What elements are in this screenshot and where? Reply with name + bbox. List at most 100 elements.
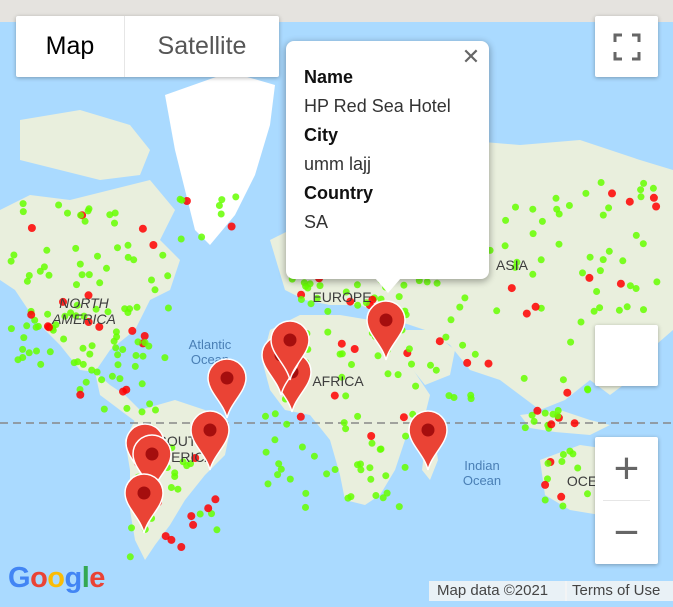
heat-dot: [264, 480, 272, 488]
terms-of-use-link[interactable]: Terms of Use: [565, 581, 673, 601]
heat-dot: [520, 374, 528, 382]
heat-dot: [96, 279, 104, 287]
info-window-content: Name HP Red Sea Hotel City umm lajj Coun…: [304, 63, 451, 237]
heat-dot: [55, 201, 63, 209]
heat-dot: [442, 333, 450, 341]
heat-dot: [100, 405, 108, 413]
heat-dot: [126, 553, 134, 561]
name-value: HP Red Sea Hotel: [304, 96, 451, 116]
heat-dot: [227, 222, 236, 231]
heat-dot: [459, 341, 467, 349]
label-north-america-1: NORTH: [59, 295, 109, 311]
heat-dot: [461, 294, 469, 302]
heat-dot: [640, 179, 648, 187]
heat-dot: [176, 195, 184, 203]
heat-dot: [529, 270, 537, 278]
heat-dot: [353, 281, 361, 289]
heat-dot: [113, 333, 121, 341]
heat-dot: [124, 241, 132, 249]
heat-dot: [85, 271, 93, 279]
heat-dot: [27, 224, 36, 232]
heat-dot: [122, 385, 131, 394]
zoom-in-button[interactable]: +: [595, 437, 658, 500]
heat-dot: [354, 412, 362, 420]
close-icon[interactable]: ✕: [459, 45, 483, 69]
heat-dot: [198, 233, 206, 241]
heat-dot: [271, 410, 279, 418]
heat-dot: [552, 194, 560, 202]
info-window: ✕ Name HP Red Sea Hotel City umm lajj Co…: [286, 41, 489, 279]
heat-dot: [161, 532, 170, 541]
heat-dot: [338, 350, 346, 358]
label-oceania: OCE: [567, 473, 597, 489]
heat-dot: [27, 310, 36, 319]
heat-dot: [76, 260, 84, 268]
heat-dot: [625, 197, 634, 206]
heat-dot: [103, 264, 110, 272]
heat-dot: [367, 432, 376, 440]
heat-dot: [7, 257, 15, 265]
heat-dot: [324, 307, 332, 315]
heat-dot: [23, 322, 31, 330]
heat-dot: [112, 344, 120, 352]
heat-dot: [354, 461, 361, 469]
heat-dot: [196, 510, 204, 518]
heat-dot: [554, 412, 562, 420]
heat-dot: [541, 409, 549, 417]
heat-dot: [146, 400, 154, 408]
heat-dot: [574, 464, 582, 472]
heat-dot: [348, 361, 355, 368]
heat-dot: [114, 351, 122, 359]
heat-dot: [623, 303, 631, 311]
heat-dot: [19, 208, 27, 216]
heat-dot: [70, 359, 78, 367]
heat-dot: [297, 296, 305, 303]
heat-dot: [114, 361, 122, 369]
heat-dot: [367, 475, 375, 483]
heat-dot: [77, 211, 85, 219]
city-label: City: [304, 125, 339, 145]
heat-dot: [537, 256, 545, 264]
heat-dot: [324, 328, 332, 336]
heat-dot: [119, 346, 127, 353]
heat-dot: [262, 412, 269, 420]
heat-dot: [271, 436, 279, 444]
heat-dot: [599, 211, 607, 219]
heat-dot: [567, 338, 575, 346]
fullscreen-icon: [613, 33, 640, 60]
heat-dot: [350, 345, 359, 353]
heat-dot: [529, 230, 537, 238]
zoom-control: + −: [595, 437, 658, 564]
heat-dot: [559, 451, 567, 458]
heat-dot: [394, 371, 402, 379]
heat-dot: [493, 307, 501, 315]
map-type-control: Map Satellite: [16, 16, 279, 77]
heat-dot: [76, 390, 85, 399]
fullscreen-button[interactable]: [595, 16, 658, 77]
heat-dot: [653, 278, 661, 286]
map-type-map-button[interactable]: Map: [16, 16, 124, 77]
heat-dot: [649, 184, 657, 192]
heat-dot: [116, 375, 124, 383]
google-logo: Google: [8, 562, 105, 594]
country-label: Country: [304, 183, 373, 203]
heat-dot: [544, 459, 552, 467]
heat-dot: [140, 332, 149, 340]
heat-dot: [379, 494, 387, 502]
heat-dot: [599, 256, 607, 264]
heat-dot: [64, 209, 71, 217]
street-view-pegman-button[interactable]: [595, 325, 658, 386]
heat-dot: [521, 424, 529, 432]
heat-dot: [395, 503, 403, 511]
heat-dot: [306, 280, 314, 288]
heat-dot: [340, 419, 348, 427]
heat-dot: [124, 309, 132, 316]
heat-dot: [286, 475, 294, 483]
heat-dot: [37, 360, 45, 368]
heat-dot: [161, 354, 169, 362]
heat-dot: [484, 359, 493, 368]
heat-dot: [283, 420, 291, 428]
zoom-out-button[interactable]: −: [595, 501, 658, 564]
map-type-satellite-button[interactable]: Satellite: [124, 16, 279, 77]
heat-dot: [296, 412, 305, 421]
